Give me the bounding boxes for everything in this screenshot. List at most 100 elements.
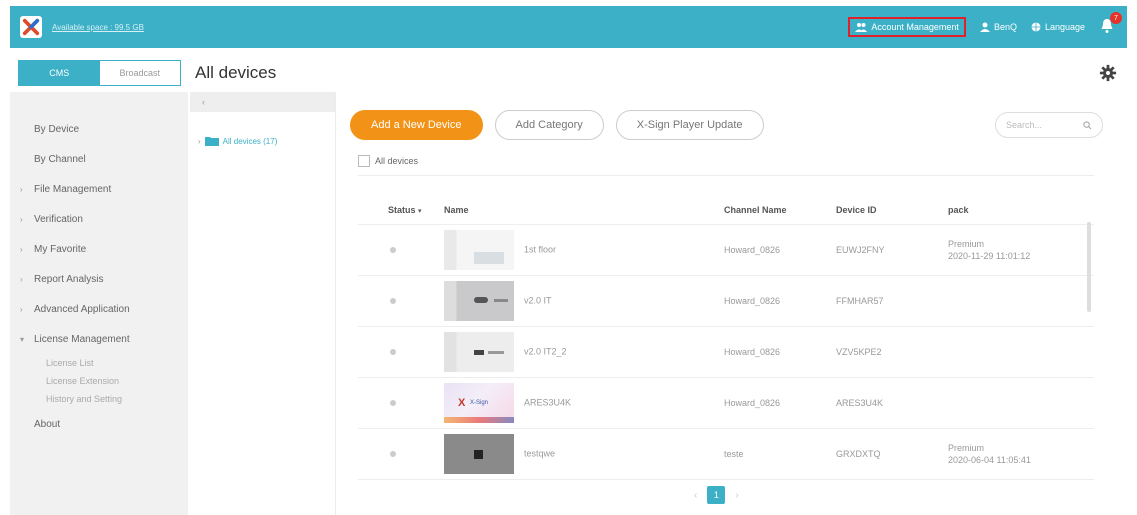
sort-down-icon: ▾: [418, 207, 422, 215]
status-dot: [390, 246, 396, 253]
search-icon: [1083, 120, 1092, 129]
table-row[interactable]: X X-Sign ARES3U4K Howard_0826 ARES3U4K: [358, 377, 1094, 429]
xsign-logo-icon[interactable]: [20, 16, 42, 38]
notification-bell[interactable]: 7: [1099, 12, 1122, 36]
select-all-label: All devices: [375, 156, 419, 166]
chevron-right-icon: ›: [20, 214, 23, 224]
device-name: ARES3U4K: [524, 396, 572, 407]
device-list-pane: Add a New Device Add Category X-Sign Pla…: [338, 92, 1127, 515]
device-channel: Howard_0826: [724, 326, 836, 378]
device-id: FFMHAR57: [836, 275, 948, 327]
sidebar-item-verification[interactable]: › Verification: [10, 204, 188, 234]
table-row[interactable]: 1st floor Howard_0826 EUWJ2FNY Premium 20…: [358, 224, 1094, 276]
search-placeholder: Search...: [1006, 120, 1043, 130]
sidebar-item-label: File Management: [34, 183, 112, 195]
mode-tabs: CMS Broadcast: [18, 60, 181, 86]
tree-node-label: All devices (17): [222, 136, 278, 146]
sidebar-item-about[interactable]: About: [10, 412, 188, 436]
device-channel: Howard_0826: [724, 275, 836, 327]
column-device-id[interactable]: Device ID: [836, 196, 948, 225]
chevron-right-icon: ›: [20, 304, 23, 314]
header-row: CMS Broadcast All devices: [10, 56, 1127, 90]
player-update-button[interactable]: X-Sign Player Update: [615, 110, 764, 140]
device-channel: Howard_0826: [724, 377, 836, 429]
available-space: Available space : 99.5 GB: [52, 22, 144, 32]
device-name: v2.0 IT: [524, 294, 552, 305]
sidebar-item-file-management[interactable]: › File Management: [10, 174, 188, 204]
sidebar-item-label: License Management: [34, 333, 130, 345]
chevron-right-icon: ›: [198, 136, 201, 146]
account-management-link[interactable]: Account Management: [848, 17, 966, 37]
device-name: v2.0 IT2_2: [524, 345, 567, 356]
gear-icon[interactable]: [1099, 64, 1117, 82]
sidebar-item-advanced-application[interactable]: › Advanced Application: [10, 294, 188, 324]
sidebar-subitem-license-list[interactable]: License List: [10, 354, 188, 372]
device-thumbnail[interactable]: [444, 433, 514, 474]
status-dot: [390, 297, 396, 304]
tab-cms[interactable]: CMS: [19, 61, 100, 85]
device-pack: [948, 377, 1094, 429]
page-button-current[interactable]: 1: [707, 486, 726, 504]
device-thumbnail[interactable]: [444, 331, 514, 372]
device-tree: ‹ › All devices (17): [190, 92, 336, 515]
device-channel: Howard_0826: [724, 224, 836, 276]
sidebar-item-label: Report Analysis: [34, 273, 104, 285]
add-category-button[interactable]: Add Category: [494, 110, 604, 140]
sidebar-item-label: About: [34, 418, 61, 430]
chevron-down-icon: ▾: [20, 334, 25, 344]
table-row[interactable]: v2.0 IT Howard_0826 FFMHAR57: [358, 275, 1094, 327]
tab-broadcast[interactable]: Broadcast: [99, 61, 180, 85]
user-menu[interactable]: BenQ: [979, 22, 1017, 32]
add-device-button[interactable]: Add a New Device: [350, 110, 483, 140]
users-icon: [855, 23, 868, 32]
next-page-button[interactable]: ›: [735, 490, 738, 501]
top-right-menu: Account Management BenQ Language 7: [848, 12, 1122, 37]
toolbar: Add a New Device Add Category X-Sign Pla…: [338, 92, 1127, 140]
table-row[interactable]: testqwe teste GRXDXTQ Premium 2020-06-04 …: [358, 428, 1094, 480]
sidebar-item-by-channel[interactable]: By Channel: [10, 144, 188, 174]
table-scrollbar[interactable]: [1087, 222, 1091, 312]
search-input[interactable]: Search...: [995, 112, 1103, 138]
sidebar-subitem-license-extension[interactable]: License Extension: [10, 372, 188, 390]
select-all-checkbox[interactable]: [358, 155, 370, 167]
sidebar-item-license-management[interactable]: ▾ License Management: [10, 324, 188, 354]
sidebar: By Device By Channel › File Management › V…: [10, 92, 188, 515]
device-pack: Premium 2020-06-04 11:05:41: [948, 428, 1094, 480]
sidebar-subitem-history-and-setting[interactable]: History and Setting: [10, 390, 188, 408]
pack-date: 2020-06-04 11:05:41: [948, 454, 1031, 465]
device-pack: [948, 326, 1094, 378]
chevron-right-icon: ›: [20, 184, 23, 194]
select-all-row: All devices: [358, 155, 1094, 176]
column-channel[interactable]: Channel Name: [724, 196, 836, 225]
device-id: ARES3U4K: [836, 377, 948, 429]
tree-node-all-devices[interactable]: › All devices (17): [190, 112, 335, 146]
user-name: BenQ: [993, 22, 1017, 32]
language-menu[interactable]: Language: [1031, 22, 1085, 32]
account-management-label: Account Management: [871, 22, 959, 32]
folder-icon: [204, 137, 219, 146]
language-label: Language: [1044, 22, 1085, 32]
column-pack[interactable]: pack: [948, 196, 1094, 225]
device-name: testqwe: [524, 447, 556, 458]
page-title: All devices: [195, 63, 277, 82]
sidebar-item-by-device[interactable]: By Device: [10, 114, 188, 144]
device-id: EUWJ2FNY: [836, 224, 948, 276]
device-pack: Premium 2020-11-29 11:01:12: [948, 224, 1094, 276]
device-thumbnail[interactable]: X X-Sign: [444, 382, 514, 423]
pack-date: 2020-11-29 11:01:12: [948, 250, 1031, 261]
device-thumbnail[interactable]: [444, 229, 514, 270]
table-row[interactable]: v2.0 IT2_2 Howard_0826 VZV5KPE2: [358, 326, 1094, 378]
device-name: 1st floor: [524, 243, 557, 254]
user-icon: [979, 22, 990, 32]
sidebar-item-report-analysis[interactable]: › Report Analysis: [10, 264, 188, 294]
sidebar-item-my-favorite[interactable]: › My Favorite: [10, 234, 188, 264]
device-thumbnail[interactable]: [444, 280, 514, 321]
column-status[interactable]: Status ▾: [358, 196, 444, 225]
device-id: VZV5KPE2: [836, 326, 948, 378]
prev-page-button[interactable]: ‹: [694, 490, 697, 501]
notification-badge: 7: [1110, 12, 1122, 24]
column-name[interactable]: Name: [444, 196, 724, 225]
tree-collapse-toggle[interactable]: ‹: [190, 92, 335, 112]
chevron-right-icon: ›: [20, 244, 23, 254]
sidebar-item-label: Advanced Application: [34, 303, 130, 315]
